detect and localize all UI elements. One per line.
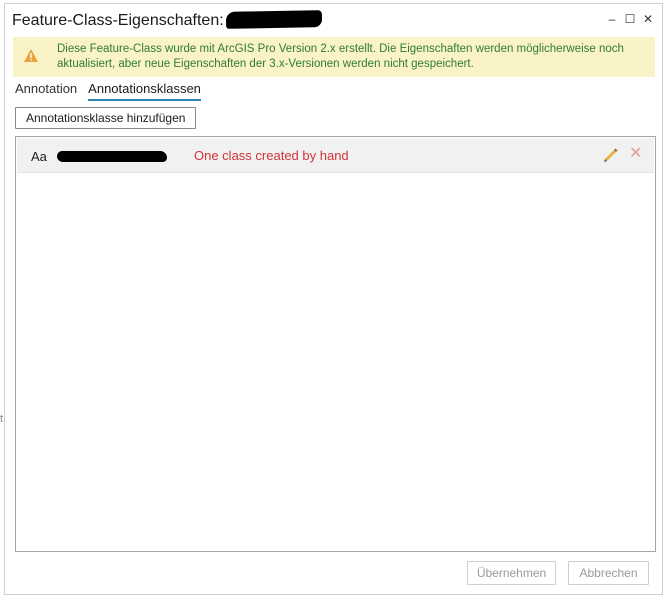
warning-banner: Diese Feature-Class wurde mit ArcGIS Pro… — [13, 37, 655, 77]
annotation-class-icon: Aa — [31, 149, 47, 164]
annotation-class-list: Aa One class created by hand ✕ — [15, 136, 656, 552]
tab-annotation-classes[interactable]: Annotationsklassen — [88, 81, 201, 101]
tab-annotation[interactable]: Annotation — [15, 81, 77, 101]
warning-icon — [24, 49, 38, 62]
properties-dialog: Feature-Class-Eigenschaften: – ☐ ✕ Diese… — [4, 3, 663, 595]
window-controls: – ☐ ✕ — [604, 11, 656, 27]
dialog-title-text: Feature-Class-Eigenschaften: — [12, 12, 224, 29]
class-note: One class created by hand — [194, 148, 349, 163]
title-bar: Feature-Class-Eigenschaften: – ☐ ✕ — [5, 4, 662, 34]
cancel-button[interactable]: Abbrechen — [568, 561, 649, 585]
maximize-button[interactable]: ☐ — [622, 11, 638, 27]
list-item[interactable]: Aa One class created by hand ✕ — [17, 138, 654, 173]
apply-button[interactable]: Übernehmen — [467, 561, 556, 585]
close-button[interactable]: ✕ — [640, 11, 656, 27]
pencil-icon[interactable] — [602, 146, 620, 164]
add-annotation-class-button[interactable]: Annotationsklasse hinzufügen — [15, 107, 197, 129]
delete-icon[interactable]: ✕ — [629, 146, 643, 162]
redacted-class-name — [57, 151, 167, 162]
edge-glyph: t — [0, 413, 4, 425]
tab-strip: Annotation Annotationsklassen — [15, 81, 201, 101]
minimize-button[interactable]: – — [604, 11, 620, 27]
redacted-name — [225, 10, 322, 29]
dialog-title: Feature-Class-Eigenschaften: — [12, 10, 322, 30]
warning-text: Diese Feature-Class wurde mit ArcGIS Pro… — [57, 43, 624, 70]
